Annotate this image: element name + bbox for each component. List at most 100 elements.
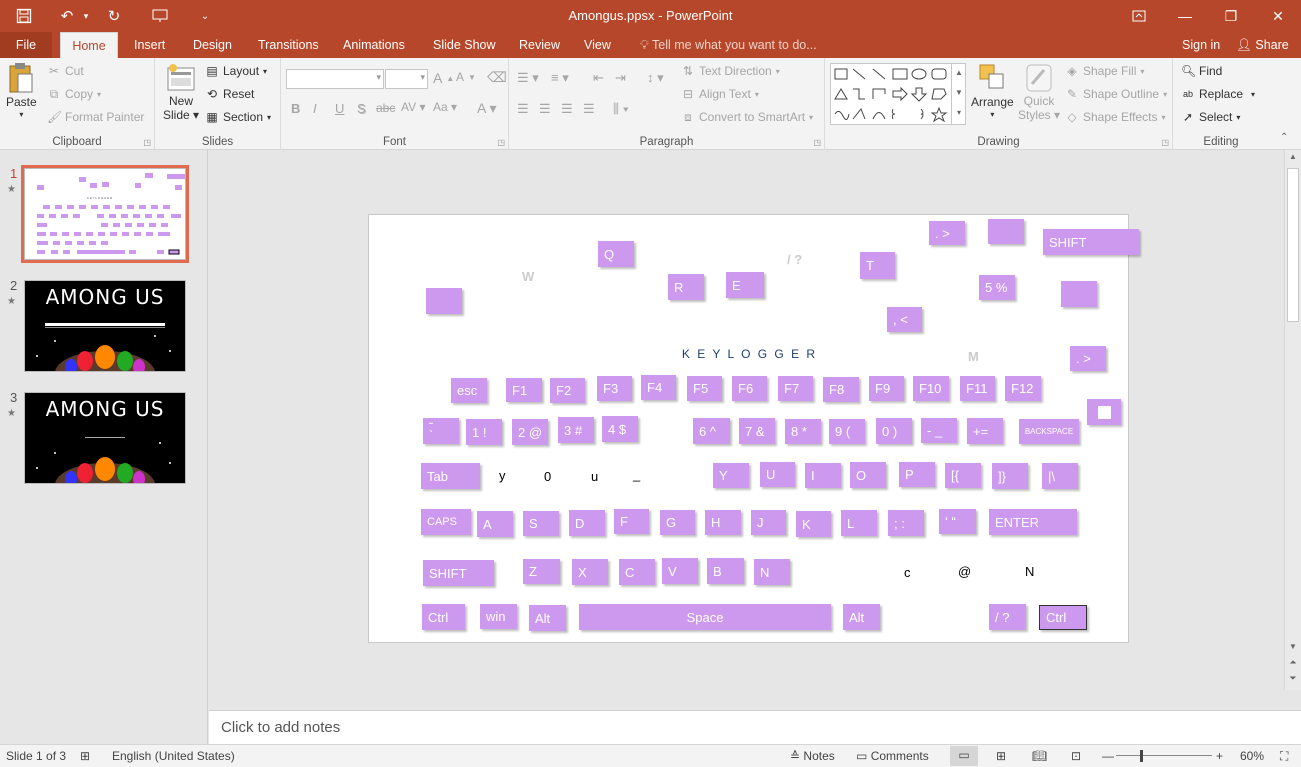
cut-button[interactable]: ✂ Cut (47, 64, 84, 78)
key-ctrl-left[interactable]: Ctrl (422, 604, 465, 630)
shape-effects-button[interactable]: ◇ Shape Effects ▾ (1065, 110, 1165, 124)
tab-insert[interactable]: Insert (132, 32, 167, 58)
notes-pane[interactable]: Click to add notes (209, 710, 1301, 744)
key-g[interactable]: G (660, 510, 695, 535)
convert-smartart-button[interactable]: ⧈ Convert to SmartArt ▾ (681, 110, 813, 124)
fit-to-window-icon[interactable]: ⛶ (1280, 749, 1288, 764)
select-button[interactable]: ➚ Select ▾ (1181, 110, 1240, 124)
key-slash[interactable]: / ? (989, 604, 1026, 630)
bold-button[interactable]: B (291, 101, 300, 116)
comments-button[interactable]: ▭ Comments (856, 749, 929, 763)
normal-view-icon[interactable]: ▭ (950, 746, 978, 766)
key-f11[interactable]: F11 (960, 376, 995, 401)
key-tilde[interactable]: ˜ ` (423, 418, 459, 444)
tab-review[interactable]: Review (517, 32, 562, 58)
slide-thumbnail-1[interactable]: K E Y L O G G E R (21, 165, 189, 263)
key-v[interactable]: V (662, 558, 698, 584)
key-pipe[interactable]: |\ (1042, 463, 1078, 489)
key-h[interactable]: H (705, 510, 741, 535)
font-name-combo[interactable] (286, 69, 384, 89)
key-quote[interactable]: ‘ “ (939, 509, 976, 534)
reading-view-icon[interactable]: 📖︎ (1032, 749, 1047, 763)
key-alt-left[interactable]: Alt (529, 605, 566, 631)
key-8[interactable]: 8 * (785, 419, 821, 444)
format-painter-button[interactable]: 🖌︎ Format Painter (47, 110, 144, 124)
numbering-icon[interactable]: ≡ ▾ (551, 70, 569, 86)
key-1[interactable]: 1 ! (466, 419, 502, 445)
drawing-launcher-icon[interactable]: ◳ (1161, 138, 1169, 147)
text-direction-button[interactable]: ⇅ Text Direction ▾ (681, 64, 780, 78)
clipboard-launcher-icon[interactable]: ◳ (143, 138, 151, 147)
scroll-down-icon[interactable]: ▼ (1285, 642, 1301, 651)
gallery-scroll[interactable]: ▲ ▼ ▾ (951, 63, 966, 125)
key-square[interactable] (1087, 399, 1121, 425)
align-text-button[interactable]: ⊟ Align Text ▾ (681, 87, 759, 101)
copy-button[interactable]: ⧉ Copy ▾ (47, 87, 101, 101)
shape-outline-button[interactable]: ✎ Shape Outline ▾ (1065, 87, 1167, 101)
tab-animations[interactable]: Animations (341, 32, 407, 58)
key-alt-right[interactable]: Alt (843, 604, 880, 630)
change-case-icon[interactable]: Aa ▾ (433, 100, 457, 114)
slide-show-icon[interactable]: ⊡ (1071, 749, 1081, 763)
tell-me-box[interactable]: 💡︎ Tell me what you want to do... (638, 32, 819, 58)
key-semicolon[interactable]: ; : (888, 510, 924, 536)
align-right-icon[interactable]: ☰ (561, 101, 573, 117)
next-slide-icon[interactable]: ⏷ (1285, 672, 1301, 684)
key-tab[interactable]: Tab (421, 463, 480, 489)
italic-button[interactable]: I (313, 101, 317, 116)
line-spacing-icon[interactable]: ↕ ▾ (647, 70, 664, 86)
key-s[interactable]: S (523, 511, 559, 536)
key-f2[interactable]: F2 (550, 378, 585, 403)
key-enter[interactable]: ENTER (989, 509, 1077, 535)
key-f6[interactable]: F6 (732, 376, 767, 401)
key-l[interactable]: L (841, 510, 877, 536)
zoom-slider[interactable] (1116, 755, 1212, 756)
key-f8[interactable]: F8 (823, 377, 859, 402)
align-left-icon[interactable]: ☰ (517, 101, 529, 117)
shadow-button[interactable]: S (357, 101, 366, 116)
key-comma[interactable]: , < (887, 307, 922, 332)
key-f1[interactable]: F1 (506, 378, 542, 402)
key-x[interactable]: X (572, 559, 608, 585)
quick-styles-button[interactable]: Quick Styles ▾ (1018, 62, 1060, 122)
layout-button[interactable]: ▤ Layout ▾ (205, 64, 267, 78)
tab-home[interactable]: Home (60, 32, 118, 58)
key-0[interactable]: 0 ) (876, 418, 912, 444)
tab-transitions[interactable]: Transitions (256, 32, 321, 58)
font-size-combo[interactable] (385, 69, 428, 89)
shape-fill-button[interactable]: ◈ Shape Fill ▾ (1065, 64, 1144, 78)
key-i[interactable]: I (805, 463, 841, 488)
close-icon[interactable]: ✕ (1255, 0, 1301, 32)
key-blank[interactable] (1061, 281, 1097, 307)
key-z[interactable]: Z (523, 559, 560, 584)
key-left-brace[interactable]: [{ (945, 463, 981, 488)
justify-icon[interactable]: ☰ (583, 101, 595, 117)
grow-font-icon[interactable]: A ▲ (433, 70, 454, 86)
find-button[interactable]: 🔍︎ Find (1181, 64, 1222, 78)
strikethrough-icon[interactable]: abc (376, 101, 395, 115)
restore-icon[interactable]: ❐ (1208, 0, 1254, 32)
key-esc[interactable]: esc (451, 378, 487, 403)
share-button[interactable]: 👤︎ Share (1234, 32, 1291, 58)
slide-sorter-icon[interactable]: ⊞ (996, 749, 1006, 763)
slide-thumbnail-2[interactable]: AMONG US (24, 280, 186, 372)
tab-view[interactable]: View (582, 32, 613, 58)
key-space[interactable]: Space (579, 604, 831, 630)
font-color-icon[interactable]: A ▾ (477, 100, 496, 117)
reset-button[interactable]: ⟲ Reset (205, 87, 254, 101)
key-b[interactable]: B (707, 558, 744, 584)
key-f5[interactable]: F5 (687, 376, 722, 401)
columns-icon[interactable]: ⫼ ▾ (613, 101, 629, 117)
spell-check-icon[interactable]: ⊞ (80, 749, 90, 763)
key-t[interactable]: T (860, 252, 895, 279)
character-spacing-icon[interactable]: AV ▾ (401, 100, 425, 114)
collapse-ribbon-icon[interactable]: ⌃ (1280, 132, 1288, 143)
key-blank[interactable] (988, 219, 1024, 244)
key-ctrl-right[interactable]: Ctrl (1039, 605, 1087, 630)
vertical-scrollbar[interactable]: ▲ ▼ ⏶ ⏷ (1284, 150, 1301, 690)
key-e[interactable]: E (726, 272, 764, 298)
shrink-font-icon[interactable]: A ▼ (456, 70, 476, 84)
scroll-up-icon[interactable]: ▲ (1285, 152, 1301, 161)
key-caps[interactable]: CAPS (421, 509, 471, 535)
section-button[interactable]: ▦ Section ▾ (205, 110, 271, 124)
